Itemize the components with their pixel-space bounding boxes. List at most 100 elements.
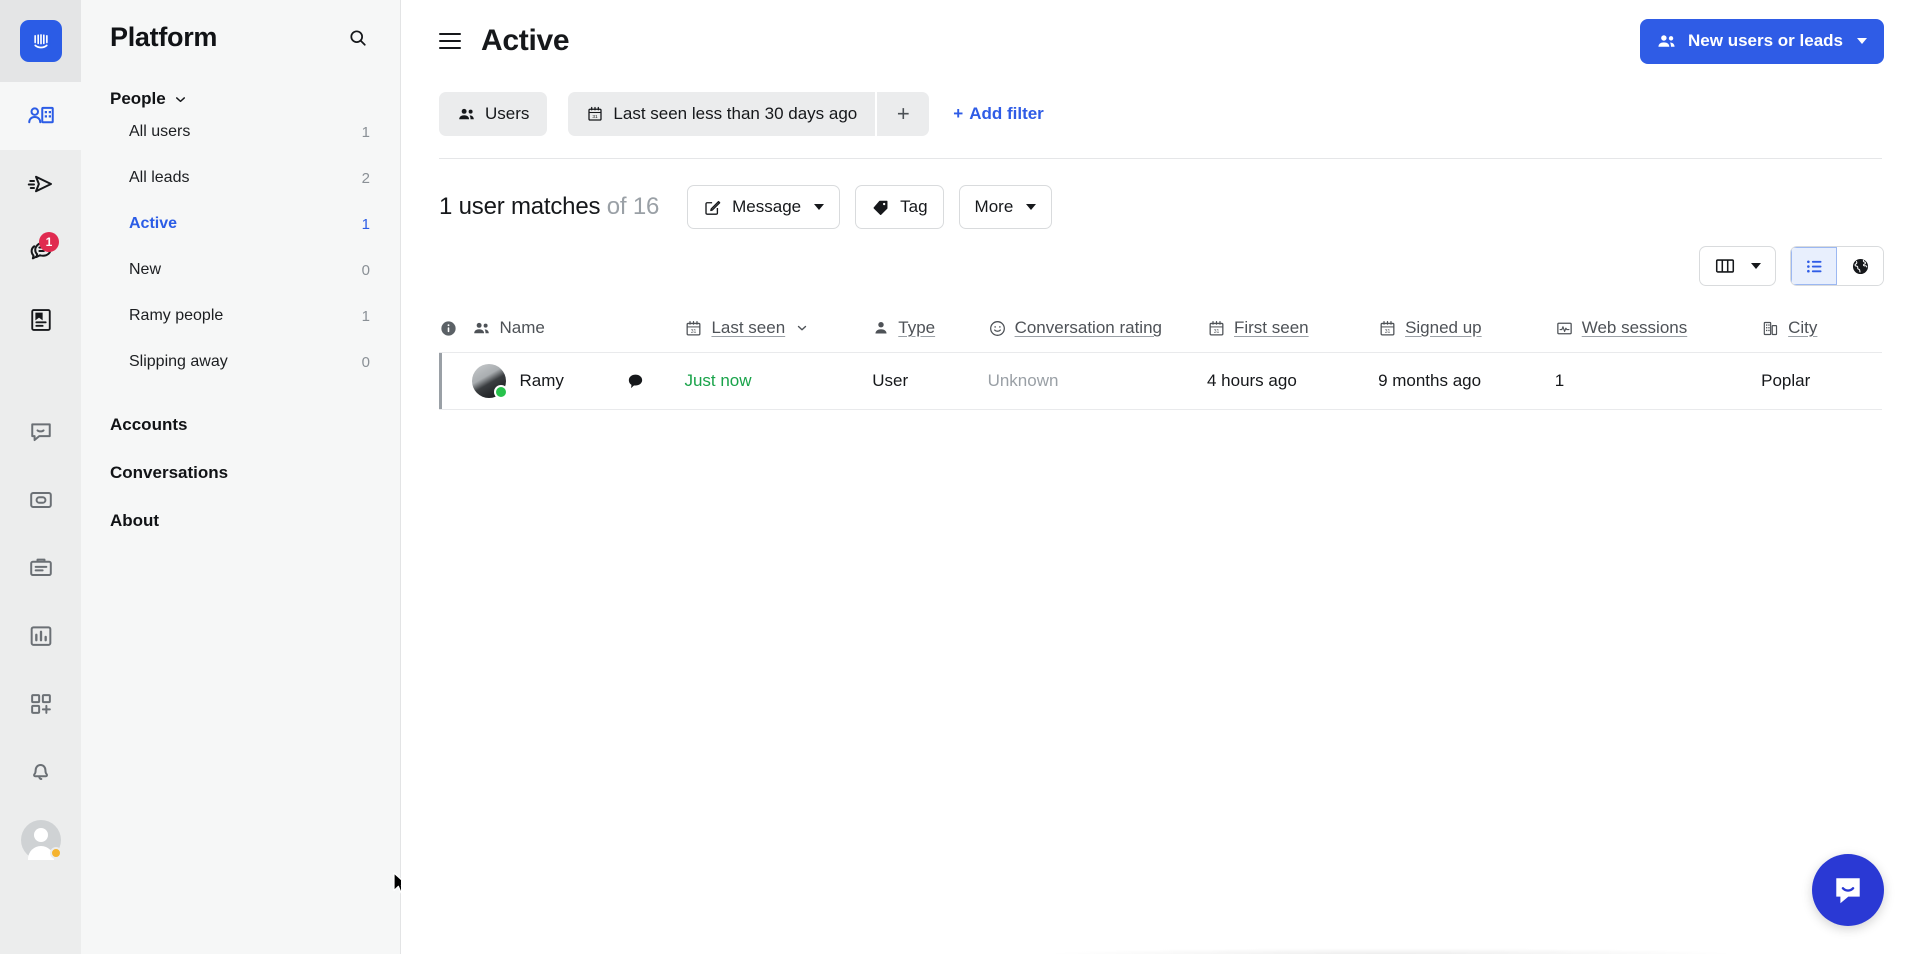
column-header-name[interactable]: Name bbox=[472, 318, 624, 338]
sidebar: Platform People All users 1 All leads 2 … bbox=[81, 0, 408, 954]
rail-item-apps[interactable] bbox=[0, 670, 81, 738]
intercom-logo-button[interactable] bbox=[0, 0, 81, 82]
sidebar-item-all-leads[interactable]: All leads 2 bbox=[81, 155, 400, 201]
sidebar-item-ramy-people[interactable]: Ramy people 1 bbox=[81, 293, 400, 339]
message-button[interactable]: Message bbox=[687, 185, 841, 229]
clipboard-notes-icon bbox=[27, 554, 55, 582]
sidebar-item-count: 1 bbox=[361, 123, 370, 141]
column-header-type-label: Type bbox=[898, 318, 936, 337]
column-header-info[interactable] bbox=[439, 319, 472, 338]
svg-text:31: 31 bbox=[593, 114, 599, 120]
view-controls bbox=[401, 229, 1920, 286]
sidebar-item-active[interactable]: Active 1 bbox=[81, 201, 400, 247]
match-count-value: 1 user matches bbox=[439, 193, 601, 220]
column-header-first-seen-label: First seen bbox=[1233, 318, 1309, 337]
new-users-or-leads-button[interactable]: New users or leads bbox=[1640, 18, 1884, 64]
column-header-conversation-rating[interactable]: Conversation rating bbox=[988, 318, 1207, 338]
search-icon[interactable] bbox=[346, 26, 370, 50]
sidebar-item-conversations[interactable]: Conversations bbox=[81, 449, 400, 497]
rail-item-cards[interactable] bbox=[0, 466, 81, 534]
row-last-seen: Just now bbox=[684, 371, 752, 390]
bell-notifications-icon bbox=[27, 758, 55, 786]
messenger-launcher-button[interactable] bbox=[1812, 854, 1884, 926]
rail-item-notifications[interactable] bbox=[0, 738, 81, 806]
sidebar-item-label: All users bbox=[129, 123, 191, 140]
filter-chip-last-seen[interactable]: 31 Last seen less than 30 days ago bbox=[568, 92, 876, 136]
map-view-button[interactable] bbox=[1837, 247, 1883, 285]
filter-chip-last-seen-label: Last seen less than 30 days ago bbox=[613, 104, 858, 123]
list-view-button[interactable] bbox=[1791, 247, 1837, 285]
rail-item-clipboard[interactable] bbox=[0, 534, 81, 602]
tag-button[interactable]: Tag bbox=[855, 185, 944, 229]
column-header-signed-up[interactable]: 31 Signed up bbox=[1378, 318, 1555, 338]
filter-chip-users-label: Users bbox=[485, 104, 530, 123]
view-mode-toggle bbox=[1790, 246, 1884, 286]
column-header-last-seen-label: Last seen bbox=[711, 318, 786, 337]
hamburger-menu-icon[interactable] bbox=[439, 33, 461, 49]
table-row[interactable]: Ramy Just now User Unknown 4 hours ago 9… bbox=[439, 352, 1882, 410]
rail-item-inbox[interactable]: 1 bbox=[0, 218, 81, 286]
app-root: 1 Platform People All users 1 All leads … bbox=[0, 0, 1920, 954]
sidebar-section-people[interactable]: People bbox=[81, 89, 400, 109]
status-badge bbox=[49, 847, 62, 859]
status-badge bbox=[494, 385, 509, 399]
chevron-down-icon bbox=[1026, 204, 1037, 210]
svg-text:31: 31 bbox=[1385, 328, 1391, 334]
column-header-signed-up-label: Signed up bbox=[1405, 318, 1482, 337]
list-view-icon bbox=[1804, 256, 1825, 277]
calendar-icon: 31 bbox=[1207, 319, 1226, 338]
row-signed-up: 9 months ago bbox=[1378, 371, 1482, 390]
rail-item-messenger[interactable] bbox=[0, 398, 81, 466]
chat-bubble-icon bbox=[625, 371, 685, 392]
row-type: User bbox=[872, 371, 909, 390]
sidebar-item-count: 0 bbox=[361, 353, 370, 371]
rail-item-outbound[interactable] bbox=[0, 150, 81, 218]
person-icon bbox=[872, 319, 890, 337]
add-filter-condition-button[interactable]: + bbox=[877, 92, 930, 136]
row-city: Poplar bbox=[1761, 371, 1811, 390]
column-header-web-sessions-label: Web sessions bbox=[1581, 318, 1688, 337]
inbox-unread-badge: 1 bbox=[39, 232, 59, 252]
row-conversation-rating: Unknown bbox=[987, 371, 1059, 390]
people-icon bbox=[457, 105, 476, 124]
row-name-label: Ramy bbox=[519, 371, 564, 390]
more-button-label: More bbox=[974, 197, 1014, 216]
activity-graph-icon bbox=[1555, 319, 1574, 338]
match-count: 1 user matches of 16 bbox=[439, 193, 659, 221]
sidebar-item-label: Slipping away bbox=[129, 353, 228, 370]
top-bar-left: Active bbox=[439, 24, 570, 58]
columns-picker-button[interactable] bbox=[1699, 246, 1776, 286]
row-first-seen: 4 hours ago bbox=[1206, 371, 1297, 390]
sidebar-item-count: 1 bbox=[361, 307, 370, 325]
column-header-last-seen[interactable]: 31 Last seen bbox=[684, 318, 872, 338]
svg-text:31: 31 bbox=[1214, 328, 1220, 334]
add-filter-button[interactable]: + Add filter bbox=[953, 104, 1044, 124]
tag-icon bbox=[871, 198, 890, 217]
sidebar-item-accounts[interactable]: Accounts bbox=[81, 401, 400, 449]
intercom-logo-icon bbox=[19, 20, 62, 62]
column-header-city[interactable]: City bbox=[1761, 318, 1882, 338]
sidebar-item-all-users[interactable]: All users 1 bbox=[81, 109, 400, 155]
sidebar-item-about[interactable]: About bbox=[81, 497, 400, 545]
people-icon bbox=[472, 319, 491, 338]
sidebar-item-new[interactable]: New 0 bbox=[81, 247, 400, 293]
rail-item-people[interactable] bbox=[0, 82, 81, 150]
column-header-conversation-rating-label: Conversation rating bbox=[1014, 318, 1162, 337]
svg-text:31: 31 bbox=[691, 328, 697, 334]
rail-item-articles[interactable] bbox=[0, 286, 81, 354]
users-table: Name 31 Last seen Type Conversation rati… bbox=[401, 304, 1920, 410]
column-header-first-seen[interactable]: 31 First seen bbox=[1207, 318, 1378, 338]
filter-chip-users[interactable]: Users bbox=[439, 92, 548, 136]
sidebar-item-slipping-away[interactable]: Slipping away 0 bbox=[81, 339, 400, 385]
left-rail: 1 bbox=[0, 0, 81, 954]
more-button[interactable]: More bbox=[958, 185, 1053, 229]
sidebar-item-label: All leads bbox=[129, 169, 190, 186]
globe-map-icon bbox=[1850, 256, 1871, 277]
rail-item-account[interactable] bbox=[0, 806, 81, 874]
column-header-web-sessions[interactable]: Web sessions bbox=[1555, 318, 1761, 338]
rail-item-reports[interactable] bbox=[0, 602, 81, 670]
row-chat-cell[interactable] bbox=[625, 371, 685, 392]
people-icon bbox=[1656, 31, 1677, 52]
column-header-type[interactable]: Type bbox=[872, 318, 987, 338]
building-icon bbox=[1761, 319, 1780, 338]
